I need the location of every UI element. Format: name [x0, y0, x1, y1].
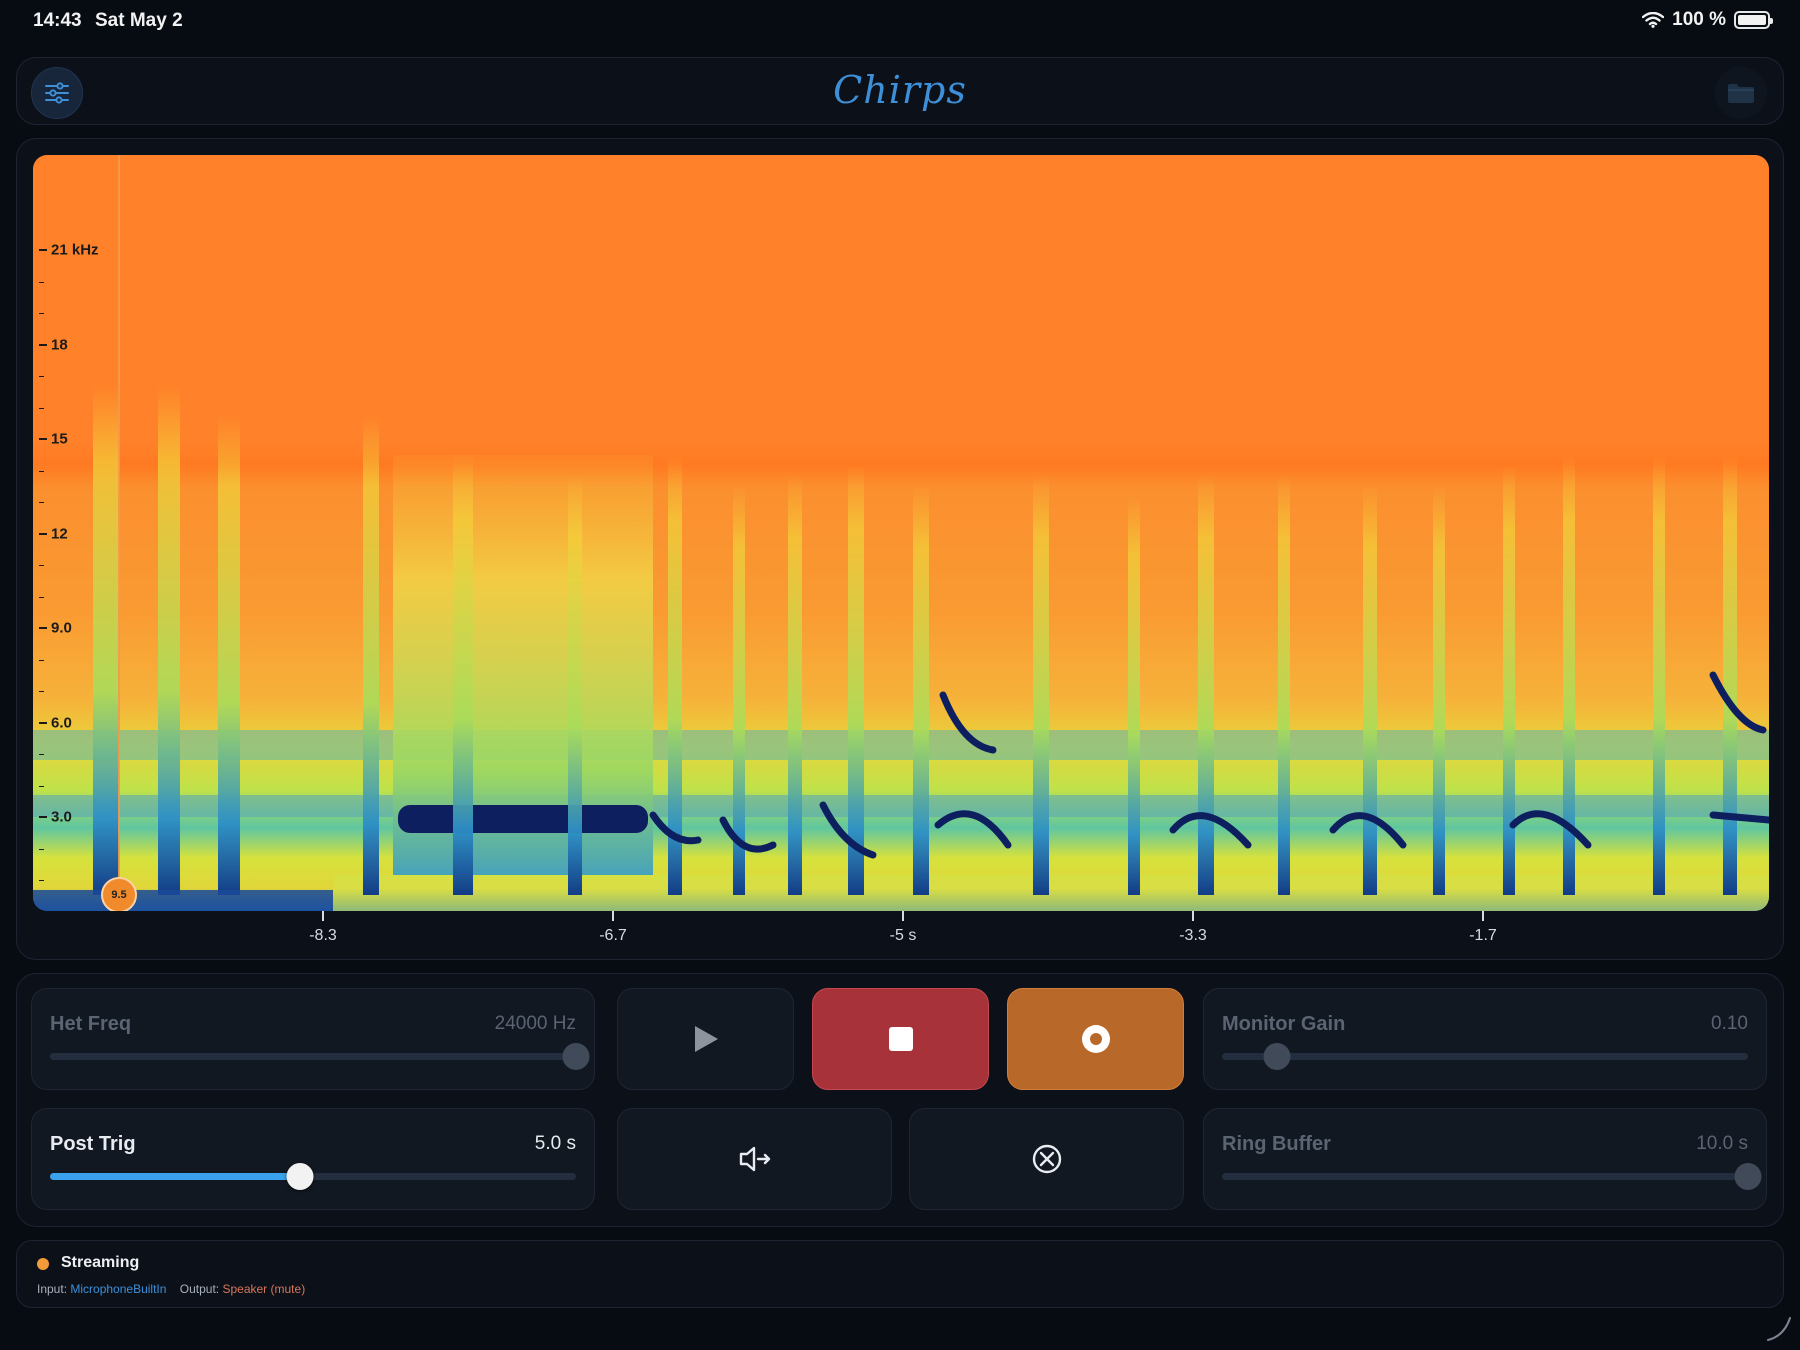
het-freq-slider[interactable]	[50, 1043, 590, 1070]
play-icon	[694, 1026, 718, 1052]
stop-icon	[888, 1027, 913, 1051]
x-label: -8.3	[309, 927, 337, 944]
energy-column	[788, 475, 802, 895]
energy-column	[1503, 465, 1515, 895]
ring-buffer-thumb[interactable]	[1734, 1163, 1762, 1190]
ring-buffer-slider[interactable]	[1222, 1163, 1762, 1190]
spectrogram-view[interactable]: 21 kHz 18 15 12 9.0 6.0 3.0 9.5	[33, 155, 1769, 911]
spectrogram-image	[33, 155, 1769, 911]
record-button[interactable]	[1007, 988, 1184, 1090]
energy-column	[668, 455, 682, 895]
monitor-gain-thumb[interactable]	[1263, 1043, 1291, 1070]
status-bar: 14:43 Sat May 2 100 %	[0, 0, 1800, 44]
status-date: Sat May 2	[95, 10, 183, 31]
ring-buffer-value: 10.0 s	[1696, 1133, 1748, 1154]
clear-icon	[1032, 1144, 1061, 1174]
stop-button[interactable]	[812, 988, 989, 1090]
resize-corner-icon	[1767, 1317, 1791, 1341]
energy-column	[1198, 475, 1214, 895]
speaker-output-button[interactable]	[617, 1108, 892, 1210]
x-tick	[612, 911, 614, 921]
ring-buffer-label: Ring Buffer	[1222, 1133, 1331, 1155]
status-time: 14:43	[33, 10, 82, 31]
post-trig-value: 5.0 s	[534, 1133, 576, 1154]
energy-column	[1128, 495, 1140, 895]
energy-column	[1363, 485, 1377, 895]
post-trig-control: Post Trig 5.0 s	[31, 1108, 595, 1210]
energy-column	[363, 415, 379, 895]
energy-column	[1653, 455, 1665, 895]
playhead-line[interactable]	[118, 155, 120, 895]
record-icon	[1081, 1025, 1110, 1053]
monitor-gain-value: 0.10	[1711, 1013, 1748, 1034]
output-device[interactable]: Speaker (mute)	[222, 1282, 305, 1296]
input-label: Input:	[37, 1282, 68, 1296]
het-freq-thumb[interactable]	[562, 1043, 590, 1070]
x-label: -6.7	[599, 927, 627, 944]
monitor-gain-label: Monitor Gain	[1222, 1013, 1346, 1035]
folder-icon	[1728, 84, 1754, 103]
spectrogram-panel: 21 kHz 18 15 12 9.0 6.0 3.0 9.5 -8.3 -6.7 -5 s -3…	[16, 138, 1784, 960]
energy-column	[1278, 475, 1290, 895]
time-axis: -8.3 -6.7 -5 s -3.3 -1.7	[33, 911, 1769, 951]
status-footer: Streaming Input: MicrophoneBuiltIn Outpu…	[16, 1240, 1784, 1308]
monitor-gain-control: Monitor Gain 0.10	[1203, 988, 1767, 1090]
clear-button[interactable]	[909, 1108, 1184, 1210]
post-trig-label: Post Trig	[50, 1133, 136, 1155]
battery-percent: 100 %	[1672, 9, 1726, 30]
post-trig-slider[interactable]	[50, 1163, 576, 1190]
post-trig-thumb[interactable]	[286, 1163, 314, 1190]
speaker-output-icon	[739, 1146, 770, 1172]
energy-column	[848, 465, 864, 895]
energy-column	[913, 485, 929, 895]
playhead-badge[interactable]: 9.5	[101, 877, 137, 911]
x-label: -3.3	[1179, 927, 1207, 944]
energy-column	[1033, 475, 1049, 895]
x-tick	[1192, 911, 1194, 921]
energy-column	[93, 385, 119, 895]
energy-column	[1433, 485, 1445, 895]
status-right: 100 %	[1642, 9, 1773, 31]
wifi-icon	[1642, 12, 1665, 28]
post-trig-fill	[50, 1173, 300, 1180]
x-tick	[1482, 911, 1484, 921]
io-info: Input: MicrophoneBuiltIn Output: Speaker…	[37, 1282, 305, 1296]
energy-column	[453, 455, 473, 895]
header-bar: Chirps	[16, 57, 1784, 125]
streaming-indicator	[37, 1258, 49, 1270]
het-freq-label: Het Freq	[50, 1013, 132, 1035]
app-title: Chirps	[833, 68, 967, 112]
het-freq-value: 24000 Hz	[494, 1013, 576, 1034]
streaming-status: Streaming	[61, 1254, 140, 1271]
x-label: -5 s	[889, 927, 917, 944]
het-freq-control: Het Freq 24000 Hz	[31, 988, 595, 1090]
output-label: Output:	[179, 1282, 220, 1296]
ring-buffer-control: Ring Buffer 10.0 s	[1203, 1108, 1767, 1210]
x-label: -1.7	[1469, 927, 1497, 944]
energy-column	[568, 475, 582, 895]
x-tick	[322, 911, 324, 921]
energy-column	[218, 415, 240, 895]
energy-column	[1723, 455, 1737, 895]
controls-panel: Het Freq 24000 Hz Monitor Gain 0.10 Post…	[16, 973, 1784, 1227]
monitor-gain-slider[interactable]	[1222, 1043, 1748, 1070]
x-tick	[902, 911, 904, 921]
folder-button[interactable]	[1715, 67, 1767, 119]
battery-icon	[1734, 11, 1773, 29]
input-device[interactable]: MicrophoneBuiltIn	[70, 1282, 166, 1296]
energy-column	[158, 385, 180, 895]
play-button[interactable]	[617, 988, 794, 1090]
